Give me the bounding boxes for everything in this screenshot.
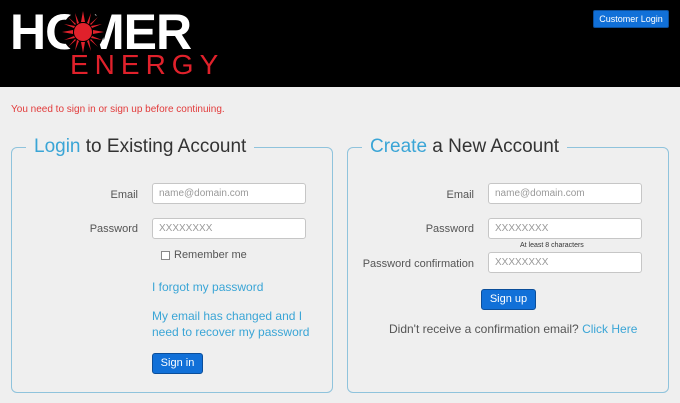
customer-login-button[interactable]: Customer Login	[593, 10, 669, 28]
login-email-input[interactable]	[152, 183, 306, 204]
sign-in-button[interactable]: Sign in	[152, 353, 203, 374]
login-password-input[interactable]	[152, 218, 306, 239]
signup-panel-title: Create a New Account	[362, 136, 568, 158]
signup-email-input[interactable]	[488, 183, 642, 204]
signup-title-rest: a New Account	[427, 136, 560, 157]
password-length-hint: At least 8 characters	[520, 242, 584, 249]
signup-panel: Create a New Account Email Password At l…	[347, 136, 669, 393]
login-email-label: Email	[110, 189, 138, 201]
remember-me-label[interactable]: Remember me	[174, 249, 247, 261]
flash-message: You need to sign in or sign up before co…	[11, 104, 225, 115]
site-header: HOMER ENERGY	[0, 0, 680, 87]
login-title-accent: Login	[34, 136, 81, 157]
login-panel: Login to Existing Account Email Password…	[11, 136, 333, 393]
signup-email-label: Email	[446, 189, 474, 201]
sun-icon	[62, 11, 104, 53]
logo-subtext: ENERGY	[70, 49, 225, 80]
password-confirmation-input[interactable]	[488, 252, 642, 273]
password-confirmation-label: Password confirmation	[362, 258, 474, 270]
sign-up-button[interactable]: Sign up	[481, 289, 536, 310]
homer-energy-logo[interactable]: HOMER ENERGY	[10, 4, 225, 80]
login-password-label: Password	[89, 223, 138, 235]
confirmation-email-prompt: Didn't receive a confirmation email? Cli…	[389, 322, 637, 336]
resend-confirmation-link[interactable]: Click Here	[582, 322, 637, 336]
email-changed-link[interactable]: My email has changed and I need to recov…	[152, 308, 310, 340]
confirmation-question: Didn't receive a confirmation email?	[389, 322, 579, 336]
login-title-rest: to Existing Account	[80, 136, 247, 157]
login-panel-title: Login to Existing Account	[26, 136, 255, 158]
signup-password-label: Password	[425, 223, 474, 235]
signup-password-input[interactable]	[488, 218, 642, 239]
forgot-password-link[interactable]: I forgot my password	[152, 279, 263, 295]
signup-title-accent: Create	[370, 136, 428, 157]
remember-me-checkbox[interactable]	[161, 251, 170, 260]
